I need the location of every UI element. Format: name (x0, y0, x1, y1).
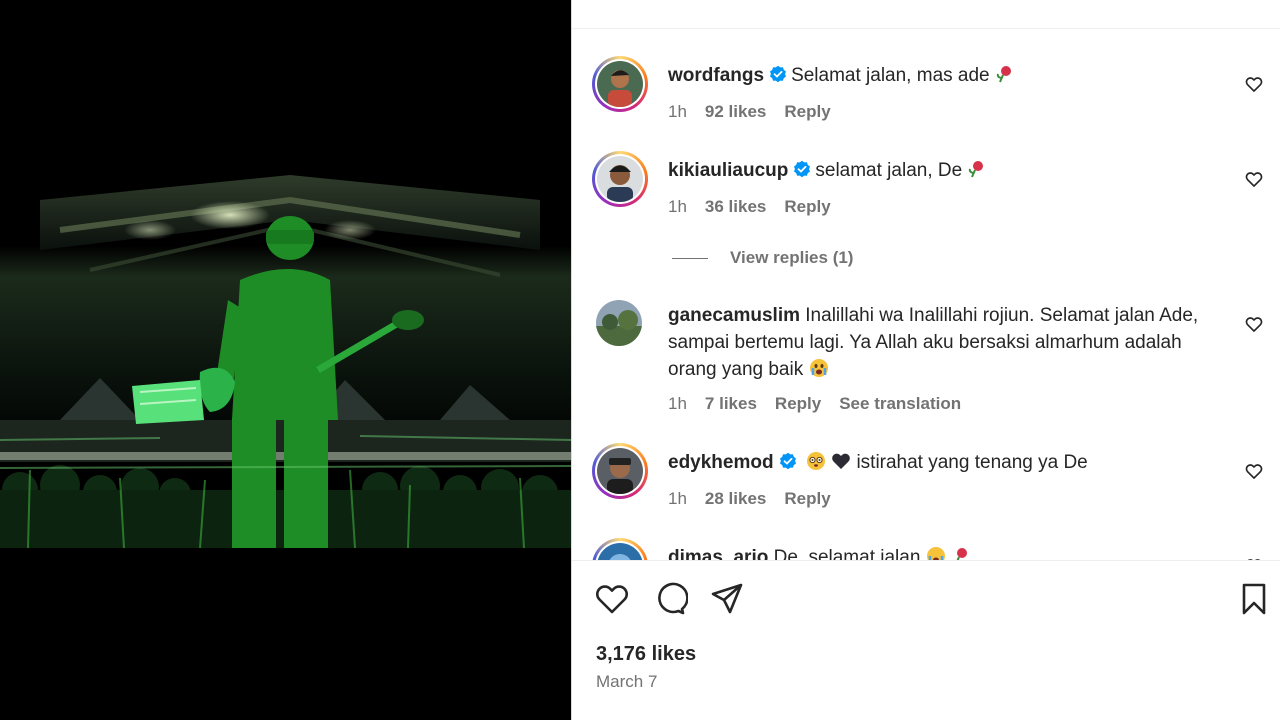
crying-face-icon (926, 547, 945, 560)
comment-username[interactable]: wordfangs (668, 65, 764, 86)
rose-icon (969, 161, 984, 178)
comment-likes[interactable]: 7 likes (705, 394, 757, 413)
reply-button[interactable]: Reply (784, 102, 830, 121)
heart-icon[interactable] (594, 581, 630, 617)
comment-username[interactable]: ganecamuslim (668, 305, 800, 326)
reply-button[interactable]: Reply (784, 489, 830, 508)
view-replies-button[interactable]: View replies (1) (672, 248, 853, 268)
concert-photo (0, 0, 571, 720)
comment-body: istirahat yang tenang ya De (856, 452, 1088, 473)
comment-likes[interactable]: 36 likes (705, 197, 766, 216)
comment-age: 1h (668, 394, 687, 413)
comment-text: wordfangs Selamat jalan, mas ade (668, 62, 1220, 89)
comment-likes[interactable]: 92 likes (705, 102, 766, 121)
comment-username[interactable]: edykhemod (668, 452, 774, 473)
comment-text: ganecamuslim Inalillahi wa Inalillahi ro… (668, 302, 1220, 383)
avatar[interactable] (592, 538, 648, 560)
post-media[interactable] (0, 0, 571, 720)
post-date: March 7 (596, 672, 658, 691)
divider (672, 258, 708, 260)
comment-username[interactable]: kikiauliaucup (668, 160, 788, 181)
comment-body: selamat jalan, De (815, 160, 963, 181)
reply-button[interactable]: Reply (784, 197, 830, 216)
post-actions: 3,176 likes March 7 (572, 560, 1280, 721)
comment-meta: 1h 92 likes Reply (668, 102, 849, 122)
comment-age: 1h (668, 197, 687, 216)
comment-meta: 1h 28 likes Reply (668, 489, 849, 509)
verified-badge-icon (779, 452, 796, 470)
comment-text: dimas_ario De, selamat jalan (668, 544, 1220, 560)
reply-button[interactable]: Reply (775, 394, 821, 413)
comment-body: De, selamat jalan (773, 547, 921, 560)
rose-icon (956, 548, 967, 560)
share-icon[interactable] (709, 581, 745, 617)
likes-count[interactable]: 3,176 likes (596, 643, 696, 666)
comment-age: 1h (668, 102, 687, 121)
see-translation-button[interactable]: See translation (839, 394, 961, 413)
comment-text: edykhemod istirahat yang tenang ya De (668, 449, 1220, 476)
comment-body: Selamat jalan, mas ade (791, 65, 990, 86)
avatar[interactable] (592, 151, 648, 207)
comment-meta: 1h 7 likes Reply See translation (668, 394, 979, 414)
comment-username[interactable]: dimas_ario (668, 547, 768, 560)
black-heart-icon (832, 453, 851, 469)
comment-likes[interactable]: 28 likes (705, 489, 766, 508)
crying-face-icon (809, 359, 828, 377)
comment-age: 1h (668, 489, 687, 508)
bookmark-icon[interactable] (1236, 581, 1272, 617)
avatar[interactable] (592, 443, 648, 499)
verified-badge-icon (770, 65, 787, 83)
verified-badge-icon (794, 160, 811, 178)
heart-icon[interactable] (1244, 169, 1264, 189)
comment-icon[interactable] (652, 581, 688, 617)
rose-icon (996, 66, 1011, 83)
heart-icon[interactable] (1244, 314, 1264, 334)
heart-icon[interactable] (1244, 74, 1264, 94)
comment-text: kikiauliaucup selamat jalan, De (668, 157, 1220, 184)
view-replies-label: View replies (1) (730, 248, 854, 267)
comment-meta: 1h 36 likes Reply (668, 197, 849, 217)
comments-panel: wordfangs Selamat jalan, mas ade 1h 92 lik… (571, 0, 1280, 720)
heart-icon[interactable] (1244, 461, 1264, 481)
avatar[interactable] (596, 300, 642, 346)
panel-header-edge (572, 0, 1280, 29)
flushed-face-icon (806, 452, 825, 470)
comments-list[interactable]: wordfangs Selamat jalan, mas ade 1h 92 lik… (572, 28, 1280, 560)
avatar[interactable] (592, 56, 648, 112)
